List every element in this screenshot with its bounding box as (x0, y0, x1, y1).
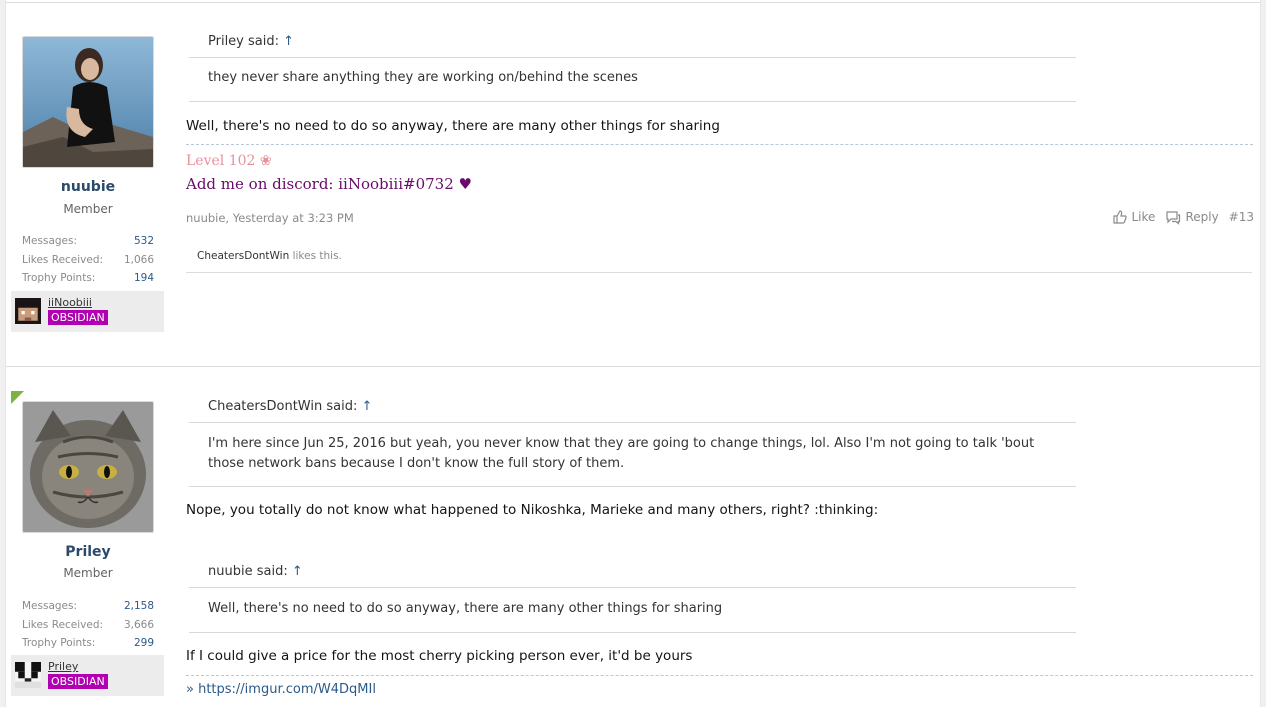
signature-discord: Add me on discord: iiNoobiii#0732 ♥ (186, 175, 472, 193)
stat-messages: Messages: 2,158 (22, 600, 154, 613)
stat-likes: Likes Received: 3,666 (22, 618, 154, 631)
stat-trophy: Trophy Points: 194 (22, 272, 154, 285)
liker-link[interactable]: CheatersDontWin (197, 250, 289, 262)
reply-bubble-icon (1166, 211, 1181, 225)
post-actions: Like Reply #13 (1112, 209, 1254, 225)
minecraft-head-icon (15, 662, 41, 688)
quote-attribution: CheatersDontWin said: ↑ (208, 399, 373, 414)
signature-divider (186, 144, 1253, 145)
post-divider (6, 366, 1260, 367)
user-title: Member (63, 566, 113, 580)
quote-bottom-divider (189, 486, 1076, 487)
like-button[interactable]: Like (1112, 209, 1155, 225)
post-body: Nope, you totally do not know what happe… (186, 502, 879, 518)
quote-divider (189, 57, 1076, 58)
stat-trophy: Trophy Points: 299 (22, 637, 154, 650)
quote-text: I'm here since Jun 25, 2016 but yeah, yo… (208, 436, 1035, 471)
post-body: Well, there's no need to do so anyway, t… (186, 118, 720, 134)
minecraft-name[interactable]: Priley (48, 660, 78, 673)
minecraft-profile-box: Priley OBSIDIAN (11, 655, 164, 696)
signature-divider (186, 675, 1253, 676)
quote-attribution: Priley said: ↑ (208, 34, 295, 49)
stat-likes: Likes Received: 1,066 (22, 253, 154, 266)
user-title: Member (63, 202, 113, 216)
thread-container: nuubie Member Messages: 532 Likes Receive… (5, 0, 1261, 707)
avatar-cat-icon (23, 402, 153, 532)
user-stats: Messages: 532 Likes Received: 1,066 Trophy… (22, 232, 154, 288)
quote-bottom-divider (189, 101, 1076, 102)
quote-attribution: nuubie said: ↑ (208, 564, 303, 579)
quote-jump-icon[interactable]: ↑ (283, 34, 294, 49)
top-divider (6, 2, 1260, 3)
stat-value[interactable]: 532 (134, 235, 154, 247)
avatar-nuubie[interactable] (22, 36, 154, 168)
minecraft-profile-box: iiNoobiii OBSIDIAN (11, 291, 164, 332)
signature-link[interactable]: » https://imgur.com/W4DqMIl (186, 682, 376, 697)
avatar-photo-icon (23, 37, 153, 167)
quote-jump-icon[interactable]: ↑ (361, 399, 372, 414)
post-body: If I could give a price for the most che… (186, 648, 693, 664)
stat-messages: Messages: 532 (22, 235, 154, 248)
rank-badge: OBSIDIAN (48, 674, 108, 689)
quote-text: Well, there's no need to do so anyway, t… (208, 601, 723, 616)
avatar-priley[interactable] (22, 401, 154, 533)
post-number-link[interactable]: #13 (1229, 210, 1254, 224)
quote-text: they never share anything they are worki… (208, 70, 638, 85)
quote-divider (189, 587, 1076, 588)
post-meta[interactable]: nuubie, Yesterday at 3:23 PM (186, 211, 354, 225)
minecraft-head-icon (15, 298, 41, 324)
thumbs-up-icon (1112, 210, 1127, 224)
username-link[interactable]: nuubie (6, 179, 170, 195)
reply-button[interactable]: Reply (1165, 209, 1219, 225)
quote-divider (189, 422, 1076, 423)
user-stats: Messages: 2,158 Likes Received: 3,666 Trop… (22, 597, 154, 653)
quote-bottom-divider (189, 632, 1076, 633)
rank-badge: OBSIDIAN (48, 310, 108, 325)
likes-summary: CheatersDontWin likes this. (186, 250, 1252, 273)
signature-level: Level 102 ❀ (186, 153, 272, 169)
quote-jump-icon[interactable]: ↑ (292, 564, 303, 579)
minecraft-name[interactable]: iiNoobiii (48, 296, 92, 309)
username-link[interactable]: Priley (6, 544, 170, 560)
